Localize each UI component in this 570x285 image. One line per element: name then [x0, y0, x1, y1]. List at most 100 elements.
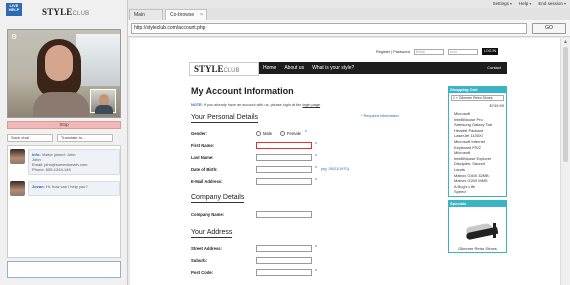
- login-button[interactable]: LOG IN: [481, 48, 499, 55]
- scroll-up-icon[interactable]: ▲: [563, 39, 568, 45]
- required-info-note: * Required information: [361, 114, 399, 118]
- chat-message: Info: Visitor joined: John John Email: j…: [10, 149, 120, 175]
- browser-scrollbar[interactable]: ▲: [560, 38, 570, 285]
- radio-circle: [256, 131, 261, 136]
- stop-button[interactable]: Stop: [7, 121, 121, 129]
- brand-light: CLUB: [72, 11, 90, 17]
- scroll-thumb[interactable]: [563, 47, 568, 162]
- shoe-image[interactable]: [451, 208, 504, 246]
- chat-log: Info: Visitor joined: John John Email: j…: [7, 145, 121, 258]
- site-login-bar: Register | Password Email •••••• LOG IN: [376, 48, 499, 55]
- gender-male-radio[interactable]: Male: [256, 131, 272, 136]
- dob-input[interactable]: [256, 166, 312, 173]
- required-star: *: [315, 269, 317, 275]
- address-heading: Your Address: [191, 229, 233, 238]
- note-text: If you already have an account with us, …: [203, 103, 302, 107]
- cart-total: $749.99: [489, 103, 504, 108]
- message-line: Hi, how can I help you?: [46, 184, 88, 189]
- company-name-label: Company Name:: [191, 212, 225, 217]
- company-details-heading: Company Details: [191, 194, 245, 203]
- inset-body: [95, 105, 113, 114]
- co-browse-view: Register | Password Email •••••• LOG IN …: [130, 38, 560, 285]
- agent-panel: LIVE HELP STYLECLUB ⚙ Stop Save chat Tra…: [0, 0, 128, 285]
- gear-icon[interactable]: ⚙: [11, 33, 17, 41]
- specials-panel: Specials Glimmer Retro Shoes: [448, 199, 507, 253]
- required-star: *: [315, 166, 317, 172]
- tab-main-menu[interactable]: Main Menu: [129, 9, 163, 28]
- chat-input[interactable]: [7, 261, 121, 278]
- company-name-input[interactable]: [256, 211, 312, 218]
- message-bubble: Jovan: Hi, how can I help you?: [28, 181, 120, 196]
- brand-bold: STYLE: [42, 7, 73, 17]
- note-end: .: [320, 103, 322, 107]
- last-name-input[interactable]: [256, 154, 312, 161]
- self-video-inset: [90, 89, 116, 114]
- url-input[interactable]: http://styleclub.com/account.php: [131, 23, 527, 34]
- email-input[interactable]: [256, 178, 312, 185]
- cart-item-select[interactable]: 1 × Glimmer Retro Shoes: [451, 95, 504, 101]
- nav-contact[interactable]: Contact: [487, 62, 501, 74]
- required-star: *: [315, 178, 317, 184]
- dob-label: Date of Birth:: [191, 167, 218, 172]
- list-item[interactable]: Speed: [451, 189, 504, 195]
- message-line: Phone: 555-1244-145: [32, 167, 71, 172]
- first-name-label: First Name:: [191, 143, 215, 148]
- radio-circle: [280, 131, 285, 136]
- site-sidebar: Shopping Cart 1 × Glimmer Retro Shoes $7…: [448, 86, 507, 253]
- avatar: [10, 181, 25, 196]
- register-link[interactable]: Register | Password: [376, 50, 410, 54]
- close-icon[interactable]: ×: [200, 10, 203, 20]
- login-page-link[interactable]: login page: [302, 103, 320, 107]
- end-session-menu[interactable]: End session: [538, 1, 566, 6]
- suburb-input[interactable]: [256, 257, 312, 264]
- nav-style[interactable]: What is your style?: [312, 62, 354, 74]
- gender-female-radio[interactable]: Female: [280, 131, 301, 136]
- site-logo-bold: STYLE: [194, 64, 224, 74]
- required-star: *: [305, 130, 307, 136]
- suburb-label: Suburb:: [191, 258, 208, 263]
- required-star: *: [315, 142, 317, 148]
- specials-box: Glimmer Retro Shoes: [448, 206, 507, 253]
- email-field[interactable]: Email: [413, 48, 444, 55]
- page-title: My Account Information: [191, 86, 294, 96]
- product-list: Microsoft IntelliMouse Pro Samsung Galax…: [451, 111, 504, 195]
- settings-menu[interactable]: Settings: [493, 1, 512, 6]
- special-product-name[interactable]: Glimmer Retro Shoes: [451, 246, 504, 251]
- video-background-window: [76, 34, 120, 86]
- nav-about[interactable]: About us: [284, 62, 304, 74]
- password-field[interactable]: ••••••: [447, 48, 478, 55]
- video-person-body: [33, 92, 89, 117]
- radio-label: Female: [287, 131, 301, 136]
- street-input[interactable]: [256, 245, 312, 252]
- top-links: Settings Help End session: [493, 1, 566, 6]
- nav-home[interactable]: Home: [263, 62, 276, 74]
- first-name-input[interactable]: [256, 142, 312, 149]
- cart-heading: Shopping Cart: [448, 86, 507, 93]
- help-menu[interactable]: Help: [519, 1, 531, 6]
- translate-select[interactable]: Translate to...: [57, 134, 113, 142]
- note-label: NOTE:: [191, 103, 203, 107]
- save-chat-select[interactable]: Save chat: [7, 134, 53, 142]
- tab-co-browse[interactable]: Co-browse ×: [165, 9, 207, 20]
- email-label: E-Mail Address:: [191, 179, 223, 184]
- livehelp-logo: LIVE HELP: [6, 3, 22, 16]
- gender-label: Gender:: [191, 131, 208, 136]
- address-row: http://styleclub.com/account.php GO: [128, 20, 570, 37]
- site-nav: STYLECLUB Home About us What is your sty…: [189, 62, 507, 76]
- video-feed[interactable]: ⚙: [7, 29, 121, 118]
- go-button[interactable]: GO: [532, 23, 566, 34]
- logo-line-2: HELP: [8, 7, 20, 13]
- nav-items: Home About us What is your style?: [263, 62, 354, 74]
- message-sender: Jovan:: [32, 184, 45, 189]
- required-star: *: [315, 245, 317, 251]
- site-logo[interactable]: STYLECLUB: [189, 62, 259, 76]
- specials-heading: Specials: [448, 199, 507, 207]
- video-person-face: [45, 45, 73, 81]
- personal-details-heading: Your Personal Details: [191, 114, 259, 123]
- post-code-input[interactable]: [256, 269, 312, 276]
- chat-toolbar: Save chat Translate to...: [7, 134, 121, 142]
- avatar: [10, 149, 25, 164]
- radio-label: Male: [263, 131, 273, 136]
- brand-logo: STYLECLUB: [42, 7, 89, 17]
- tab-bar: Main Menu Co-browse ×: [128, 8, 570, 28]
